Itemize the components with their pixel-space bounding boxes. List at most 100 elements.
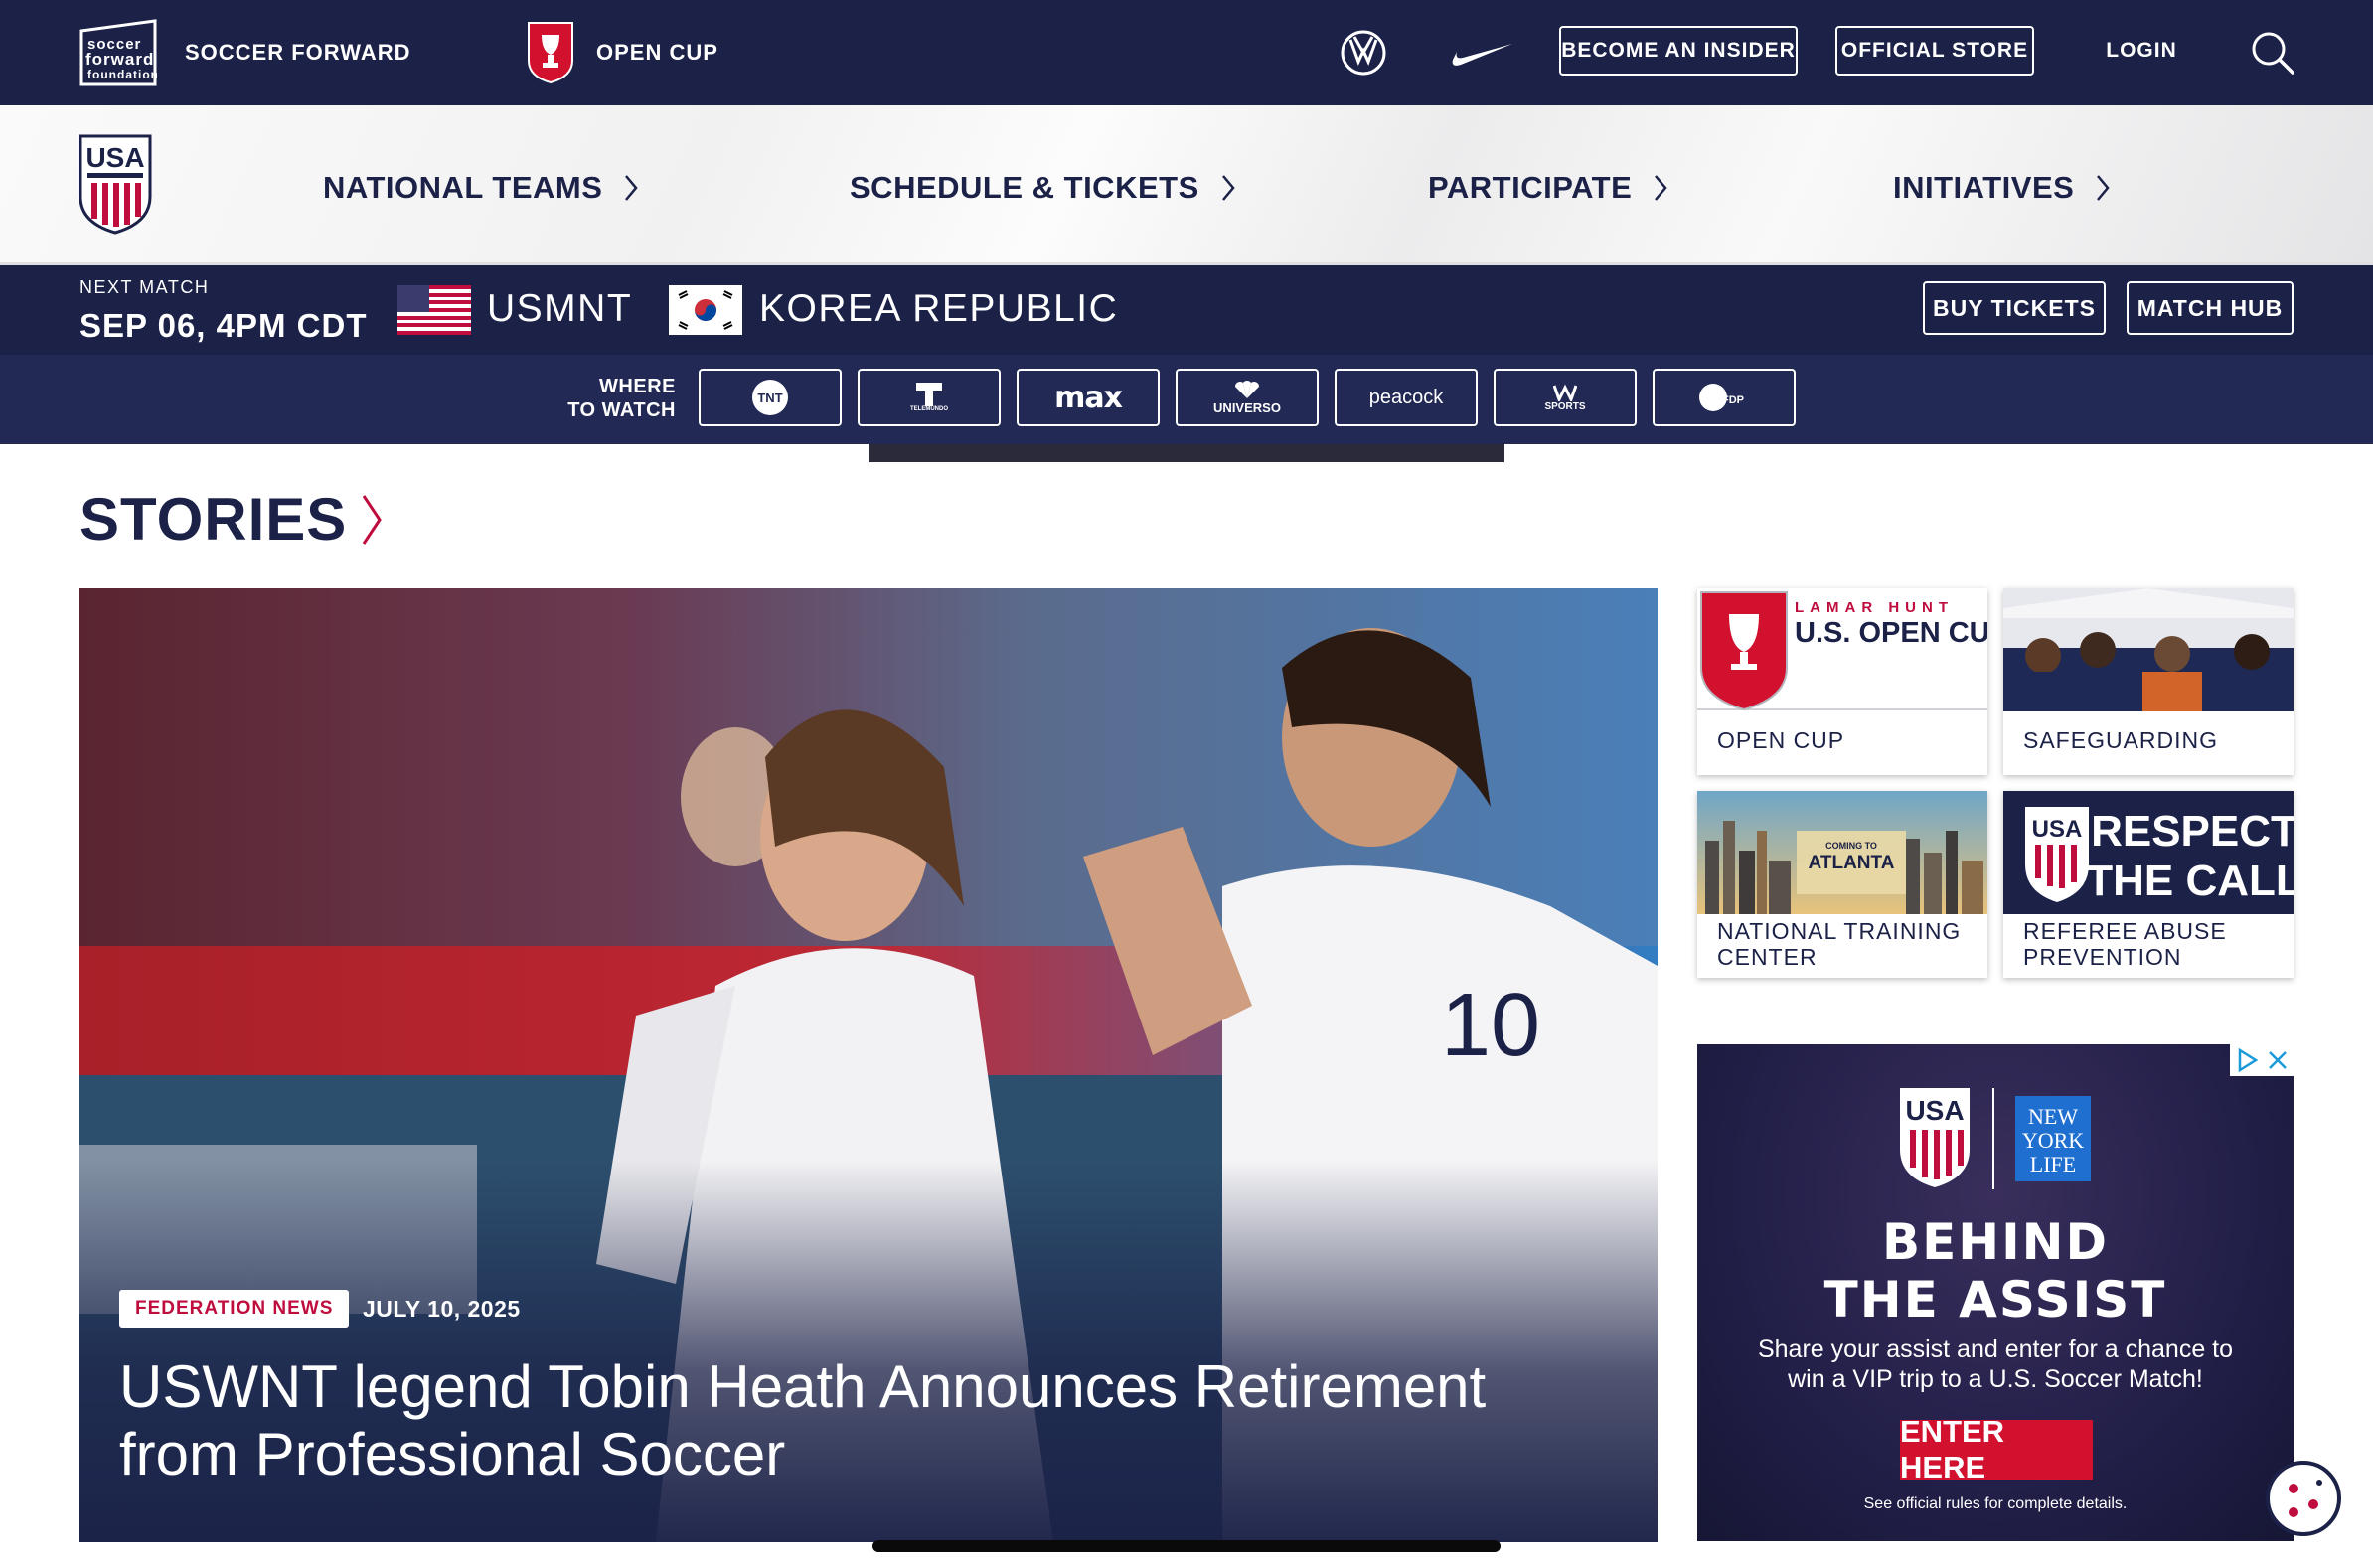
official-store-button[interactable]: OFFICIAL STORE [1835,26,2034,76]
ad-sponsor-logos: USA NEW YORK LIFE [1900,1088,2091,1189]
nike-swoosh-icon[interactable] [1447,26,1516,79]
ad-choices-icon[interactable] [2230,1044,2262,1076]
tile-label: SAFEGUARDING [2023,727,2219,753]
advertisement-behind-the-assist[interactable]: USA NEW YORK LIFE BEHIND THE ASSIST Shar… [1697,1044,2294,1541]
broadcaster-peacock[interactable]: peacock [1335,369,1478,426]
ad-choices-badge[interactable] [2230,1044,2294,1076]
ad-headline-line1: BEHIND [1881,1213,2110,1271]
telemundo-logo-icon [916,383,942,406]
open-cup-link[interactable]: OPEN CUP [527,0,718,105]
where-label-line1: WHERE [599,376,676,397]
svg-text:TNT: TNT [757,391,782,405]
tile-label: OPEN CUP [1717,727,1845,753]
svg-text:foundation: foundation [87,68,157,81]
open-cup-label: OPEN CUP [596,40,718,65]
match-hub-button[interactable]: MATCH HUB [2127,281,2294,335]
svg-text:RESPECT: RESPECT [2091,807,2294,856]
telemundo-label: TELEMUNDO [910,406,948,412]
tile-referee-abuse-prevention[interactable]: USA RESPECT THE CALL REFEREE ABUSE PREVE… [2003,791,2294,978]
main-navigation: USA NATIONAL TEAMS SCHEDULE & TICKETS PA… [0,105,2373,265]
svg-text:U.S. OPEN CUP: U.S. OPEN CUP [1795,617,1987,649]
svg-text:LAMAR HUNT: LAMAR HUNT [1795,599,1954,616]
svg-text:NEW: NEW [2028,1104,2078,1129]
ad-headline-line2: THE ASSIST [1823,1271,2167,1329]
chevron-right-icon [625,175,639,201]
nav-item-label: SCHEDULE & TICKETS [850,170,1199,205]
chevron-right-icon [1221,175,1235,201]
nav-item-label: INITIATIVES [1893,170,2075,205]
chevron-right-icon [363,494,383,545]
chevron-right-icon [1655,175,1667,201]
next-match-bar: NEXT MATCH SEP 06, 4PM CDT USMNT KOREA R… [0,265,2373,355]
buy-tickets-button[interactable]: BUY TICKETS [1923,281,2106,335]
svg-text:COMING TO: COMING TO [1825,841,1877,851]
westwood-one-logo-icon [1553,384,1577,401]
soccer-forward-link[interactable]: soccer forward foundation SOCCER FORWARD [79,0,411,105]
tile-national-training-center[interactable]: COMING TO ATLANTA NATIONAL TRAINING CENT… [1697,791,1987,978]
svg-text:YORK: YORK [2022,1128,2084,1153]
hero-story-headline[interactable]: USWNT legend Tobin Heath Announces Retir… [119,1353,1610,1489]
story-date: JULY 10, 2025 [363,1296,521,1322]
svg-text:USA: USA [1905,1095,1964,1126]
cookie-settings-icon[interactable] [2264,1459,2343,1538]
nav-participate[interactable]: PARTICIPATE [1428,163,1667,213]
safeguarding-thumbnail [2003,588,2294,711]
stories-heading[interactable]: STORIES [79,485,383,553]
svg-text:THE CALL: THE CALL [2086,857,2294,905]
tile-label: REFEREE ABUSE PREVENTION [2023,918,2227,970]
us-soccer-crest-logo-icon[interactable]: USA [78,133,153,235]
svg-text:LIFE: LIFE [2030,1152,2076,1176]
svg-text:ATLANTA: ATLANTA [1809,853,1895,873]
tile-safeguarding[interactable]: SAFEGUARDING [2003,588,2294,775]
home-indicator-bar [872,1540,1501,1552]
broadcaster-tnt[interactable]: TNT [699,369,842,426]
nbc-peacock-icon [1235,380,1259,398]
home-team-name: USMNT [487,287,633,330]
hidden-content-strip [869,444,1504,462]
open-cup-crest-icon [528,22,573,84]
svg-text:forward: forward [85,50,154,69]
usa-flag-icon [397,285,471,335]
soccer-forward-logo-icon: soccer forward foundation [79,19,157,86]
nav-national-teams[interactable]: NATIONAL TEAMS [323,163,639,213]
svg-text:USA: USA [85,142,144,173]
hero-story-card[interactable]: 10 FEDERATION NEWS JULY 10, 2025 USWNT l… [79,588,1658,1542]
atlanta-skyline-thumbnail: COMING TO ATLANTA [1697,791,1987,914]
next-match-datetime: SEP 06, 4PM CDT [79,307,368,344]
soccer-forward-label: SOCCER FORWARD [185,40,411,65]
nav-item-label: NATIONAL TEAMS [323,170,603,205]
search-icon[interactable] [2248,28,2297,78]
close-icon[interactable] [2262,1044,2294,1076]
tile-open-cup[interactable]: LAMAR HUNT U.S. OPEN CUP OPEN CUP [1697,588,1987,775]
where-to-watch-bar: WHERE TO WATCH TNT TELEMUNDO max UNIVERS… [0,355,2373,444]
nav-item-label: PARTICIPATE [1428,170,1633,205]
fdp-logo-icon: FDP [1699,384,1744,411]
next-match-label: NEXT MATCH [79,277,210,297]
volkswagen-logo-icon[interactable] [1336,26,1391,79]
ad-fine-print: See official rules for complete details. [1863,1495,2128,1512]
story-category-badge[interactable]: FEDERATION NEWS [119,1290,350,1328]
login-link[interactable]: LOGIN [2097,26,2186,76]
ad-headline: BEHIND THE ASSIST [1697,1213,2294,1329]
broadcaster-max[interactable]: max [1017,369,1160,426]
broadcaster-universo[interactable]: UNIVERSO [1176,369,1319,426]
away-team-name: KOREA REPUBLIC [759,287,1119,330]
svg-text:FDP: FDP [1722,394,1744,406]
broadcaster-fdp[interactable]: FDP [1653,369,1796,426]
become-insider-button[interactable]: BECOME AN INSIDER [1559,26,1798,76]
nav-initiatives[interactable]: INITIATIVES [1893,163,2110,213]
stories-heading-label: STORIES [79,486,348,552]
chevron-right-icon [2097,175,2110,201]
respect-the-call-thumbnail: USA RESPECT THE CALL [2003,791,2294,914]
broadcaster-westwood-one[interactable]: SPORTS [1494,369,1637,426]
korea-flag-icon [669,285,742,335]
broadcaster-telemundo[interactable]: TELEMUNDO [858,369,1001,426]
ad-enter-here-button[interactable]: ENTER HERE [1900,1414,2093,1485]
universo-label: UNIVERSO [1213,399,1281,415]
where-label-line2: TO WATCH [567,399,676,421]
ad-body-text: Share your assist and enter for a chance… [1757,1335,2234,1393]
svg-text:USA: USA [2032,816,2083,843]
open-cup-thumbnail: LAMAR HUNT U.S. OPEN CUP [1697,588,1987,711]
nav-schedule-tickets[interactable]: SCHEDULE & TICKETS [850,163,1235,213]
tile-label: NATIONAL TRAINING CENTER [1717,918,1962,970]
